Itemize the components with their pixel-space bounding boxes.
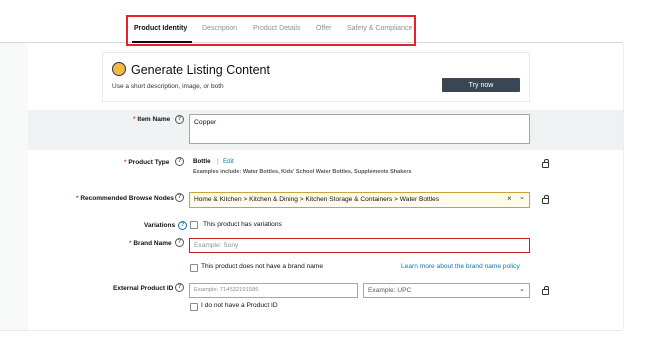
tabs-highlight-box [126,15,416,46]
product-type-label: * Product Type [124,159,170,166]
no-brand-checkbox[interactable] [190,264,198,272]
external-id-label: External Product ID [113,285,174,292]
item-name-label: * Item Name [133,116,171,123]
product-type-separator: | [217,158,219,165]
no-product-id-checkbox-label: I do not have a Product ID [201,302,278,309]
left-rail [0,43,28,330]
generate-listing-title: Generate Listing Content [131,63,270,77]
generate-listing-subtitle: Use a short description, image, or both [112,83,224,90]
browse-nodes-label: * Recommended Browse Nodes [76,195,174,202]
help-icon[interactable]: ? [175,238,184,247]
no-product-id-checkbox[interactable] [190,303,198,311]
brand-name-input[interactable]: Example: Sony [189,238,530,253]
help-icon[interactable]: ? [175,157,184,166]
item-name-input[interactable]: Copper [189,114,530,144]
browse-nodes-select[interactable]: Home & Kitchen > Kitchen & Dining > Kitc… [189,192,530,208]
variations-checkbox-label: This product has variations [203,221,282,228]
product-type-examples: Examples include: Water Bottles, Kids' S… [193,169,412,175]
brand-policy-link[interactable]: Learn more about the brand name policy [401,263,520,270]
external-id-input[interactable]: Example: 714532191586 [189,283,358,298]
product-type-value: Bottle [193,158,211,165]
lock-icon [542,159,549,168]
help-icon[interactable]: ? [175,283,184,292]
bottom-divider [0,330,623,331]
variations-label: Variations [144,222,176,229]
help-icon[interactable]: ? [175,115,184,124]
lock-icon [542,286,549,295]
chevron-down-icon[interactable]: ⌄ [519,193,525,201]
variations-checkbox[interactable] [190,221,198,229]
help-icon[interactable]: ? [175,193,184,202]
chevron-down-icon[interactable]: ⌄ [519,285,525,293]
no-brand-checkbox-label: This product does not have a brand name [201,263,324,270]
sparkle-icon [112,62,126,76]
brand-name-label: * Brand Name [129,240,172,247]
help-icon[interactable]: ? [178,221,187,230]
lock-icon [542,195,549,204]
right-rail [623,43,624,330]
external-id-type-select[interactable]: Example: UPC [363,283,530,298]
try-now-button[interactable]: Try now [442,78,520,92]
close-icon[interactable]: × [507,194,512,203]
product-type-edit-link[interactable]: Edit [223,158,234,165]
generate-listing-card [102,52,530,102]
